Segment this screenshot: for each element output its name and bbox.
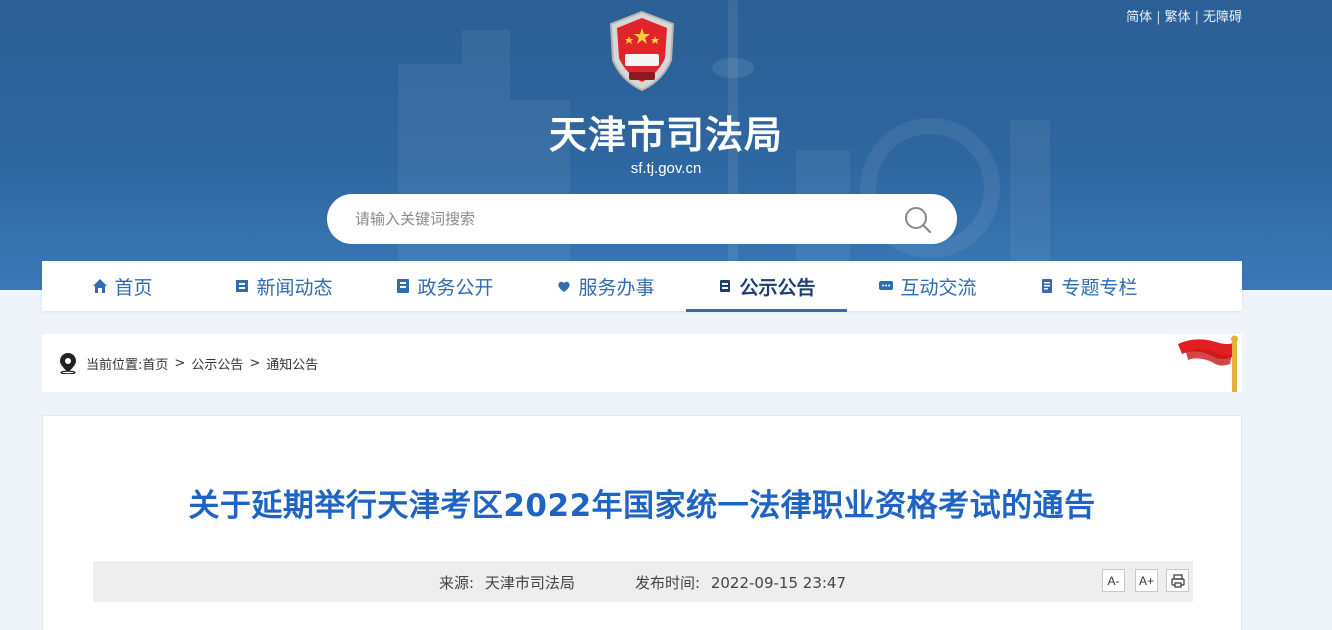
language-bar: 简体 | 繁体 | 无障碍	[1126, 6, 1242, 25]
news-icon	[236, 280, 249, 292]
service-icon	[558, 281, 571, 292]
nav-label: 互动交流	[900, 276, 977, 299]
breadcrumb-prefix: 当前位置:	[86, 357, 143, 373]
breadcrumb-notices[interactable]: 公示公告	[191, 354, 243, 373]
nav-services[interactable]: 服务办事	[525, 261, 686, 311]
accessibility-link[interactable]: 无障碍	[1203, 10, 1242, 25]
notice-icon	[720, 280, 731, 292]
breadcrumb-home[interactable]: 首页	[142, 354, 168, 373]
nav-label: 政务公开	[417, 276, 494, 299]
breadcrumb-separator: >	[249, 355, 261, 371]
search-icon[interactable]	[903, 205, 933, 235]
background-building	[398, 64, 462, 290]
lang-separator: |	[1194, 10, 1199, 25]
time-value: 2022-09-15 23:47	[710, 574, 847, 592]
source-label: 来源:	[439, 574, 475, 592]
nav-news[interactable]: 新闻动态	[203, 261, 364, 311]
home-icon	[93, 279, 108, 293]
nav-label: 首页	[114, 276, 153, 299]
nav-home[interactable]: 首页	[42, 261, 203, 311]
chat-icon	[879, 281, 894, 290]
search-bar	[327, 194, 957, 244]
article-card: 关于延期举行天津考区2022年国家统一法律职业资格考试的通告 来源: 天津市司法…	[42, 415, 1242, 630]
time-label: 发布时间:	[635, 574, 701, 592]
header-banner: 简体 | 繁体 | 无障碍 天津市司法局 sf.tj.gov.cn	[0, 0, 1332, 290]
article-meta: 来源: 天津市司法局 发布时间: 2022-09-15 23:47 A- A+	[93, 561, 1193, 602]
breadcrumb-separator: >	[174, 355, 186, 371]
nav-label: 专题专栏	[1061, 276, 1138, 299]
traditional-link[interactable]: 繁体	[1165, 10, 1191, 25]
source-value: 天津市司法局	[484, 574, 575, 592]
nav-label: 服务办事	[578, 276, 655, 299]
nav-label: 新闻动态	[256, 276, 333, 299]
article-tools: A- A+	[1102, 569, 1189, 592]
article-time: 发布时间: 2022-09-15 23:47	[635, 572, 846, 593]
nav-topics[interactable]: 专题专栏	[1008, 261, 1169, 311]
font-increase-button[interactable]: A+	[1135, 569, 1158, 592]
document-icon	[397, 279, 410, 293]
breadcrumb-current[interactable]: 通知公告	[266, 354, 318, 373]
nav-interaction[interactable]: 互动交流	[847, 261, 1008, 311]
emblem-logo	[609, 10, 675, 92]
print-icon	[1170, 573, 1185, 588]
breadcrumb: 当前位置: 首页 > 公示公告 > 通知公告	[42, 334, 1242, 392]
site-domain: sf.tj.gov.cn	[630, 160, 702, 177]
nav-gov-info[interactable]: 政务公开	[364, 261, 525, 311]
article-source: 来源: 天津市司法局	[439, 572, 575, 593]
search-input[interactable]	[355, 194, 895, 244]
background-tower	[712, 58, 754, 78]
article-title: 关于延期举行天津考区2022年国家统一法律职业资格考试的通告	[188, 488, 1096, 524]
nav-label: 公示公告	[739, 276, 816, 299]
column-icon	[1042, 279, 1053, 293]
main-nav: 首页 新闻动态 政务公开 服务办事 公示公告 互动交流 专题专栏	[42, 261, 1242, 312]
location-pin-icon	[60, 353, 76, 374]
nav-notices[interactable]: 公示公告	[686, 261, 847, 312]
flag-decoration	[1178, 335, 1238, 392]
print-button[interactable]	[1166, 569, 1189, 592]
simplified-link[interactable]: 简体	[1126, 10, 1152, 25]
font-decrease-button[interactable]: A-	[1102, 569, 1125, 592]
lang-separator: |	[1156, 10, 1161, 25]
site-title: 天津市司法局	[548, 113, 783, 157]
